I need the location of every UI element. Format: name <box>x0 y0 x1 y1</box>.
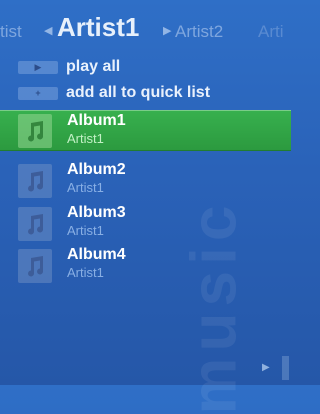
pivot-left-arrow-icon[interactable]: ◀ <box>44 24 52 37</box>
album-artist: Artist1 <box>67 223 104 238</box>
play-icon: ▶ <box>18 60 58 74</box>
album-item[interactable]: Album1 Artist1 <box>0 110 291 151</box>
album-title: Album2 <box>67 161 126 178</box>
pivot-prev-artist[interactable]: tist <box>0 22 22 42</box>
add-all-label: add all to quick list <box>66 84 211 101</box>
album-title: Album1 <box>67 112 126 129</box>
pivot-current-artist: Artist1 <box>57 12 140 42</box>
album-artist: Artist1 <box>67 265 104 280</box>
scroll-right-arrow-icon[interactable]: ▶ <box>262 362 270 373</box>
pivot-next-artist[interactable]: Artist2 <box>175 22 223 42</box>
music-note-icon <box>18 249 52 283</box>
album-title: Album3 <box>67 204 126 221</box>
pivot-right-arrow-icon[interactable]: ▶ <box>163 24 171 37</box>
play-all-button[interactable]: ▶ play all <box>18 56 120 78</box>
pivot-header: tist ◀ Artist1 ▶ Artist2 Arti <box>0 12 291 46</box>
album-artist: Artist1 <box>67 180 104 195</box>
album-item[interactable]: Album2 Artist1 <box>0 160 291 201</box>
pivot-next2-artist[interactable]: Arti <box>258 22 284 42</box>
music-note-icon <box>18 114 52 148</box>
scroll-indicator[interactable] <box>282 356 289 380</box>
plus-icon: + <box>18 86 58 100</box>
music-note-icon <box>18 207 52 241</box>
album-title: Album4 <box>67 246 126 263</box>
play-all-label: play all <box>66 58 121 75</box>
album-artist: Artist1 <box>67 131 104 146</box>
music-watermark: music <box>177 199 250 414</box>
add-all-to-quick-list-button[interactable]: + add all to quick list <box>18 82 210 104</box>
music-note-icon <box>18 164 52 198</box>
